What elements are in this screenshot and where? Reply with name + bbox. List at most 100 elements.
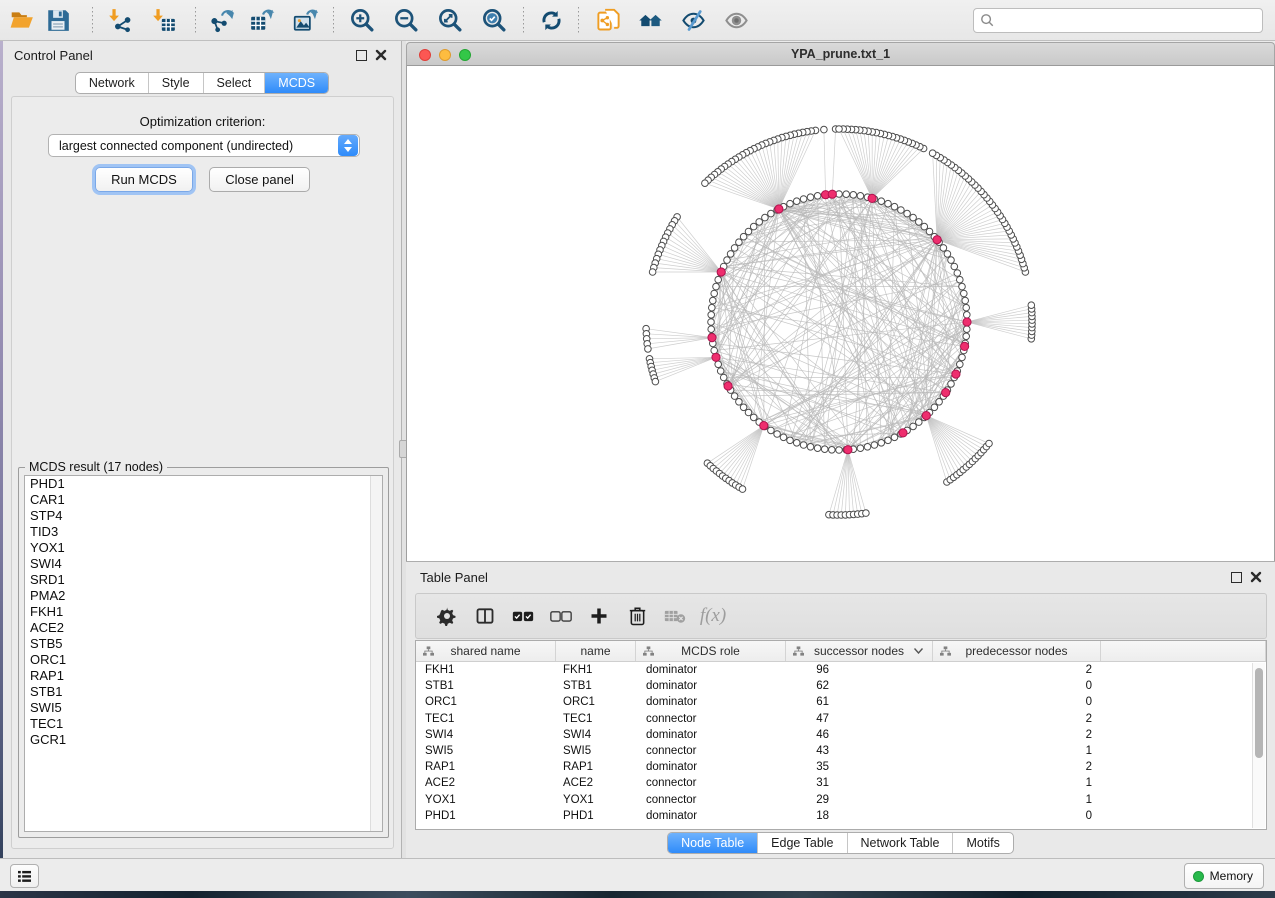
save-session-icon[interactable]: [43, 5, 73, 35]
table-row-SWI5[interactable]: SWI5SWI5connector431: [416, 743, 1266, 759]
function-builder-icon: f(x): [694, 601, 732, 631]
task-history-button[interactable]: [10, 864, 39, 888]
memory-button[interactable]: Memory: [1184, 863, 1264, 889]
mcds-result-item[interactable]: STP4: [25, 508, 382, 524]
cell: FKH1: [556, 662, 636, 678]
mcds-result-item[interactable]: PHD1: [25, 476, 382, 492]
column-header-predecessor-nodes[interactable]: predecessor nodes: [933, 641, 1101, 661]
column-header-name[interactable]: name: [556, 641, 636, 661]
table-row-RAP1[interactable]: RAP1RAP1dominator352: [416, 759, 1266, 775]
home-layout-icon[interactable]: [635, 5, 665, 35]
export-network-icon[interactable]: [207, 5, 237, 35]
tab-mcds[interactable]: MCDS: [264, 73, 328, 93]
hide-edges-icon[interactable]: [678, 5, 708, 35]
table-row-YOX1[interactable]: YOX1YOX1connector291: [416, 792, 1266, 808]
table-scrollbar-thumb[interactable]: [1255, 668, 1263, 758]
table-settings-gear-icon[interactable]: [428, 601, 466, 631]
search-box[interactable]: [973, 8, 1263, 33]
mcds-result-item[interactable]: PMA2: [25, 588, 382, 604]
mcds-result-item[interactable]: SWI5: [25, 700, 382, 716]
table-tab-edge-table[interactable]: Edge Table: [757, 833, 846, 853]
table-row-PHD1[interactable]: PHD1PHD1dominator180: [416, 808, 1266, 824]
mcds-result-group: MCDS result (17 nodes) PHD1CAR1STP4TID3Y…: [18, 467, 389, 838]
import-network-icon[interactable]: [105, 5, 135, 35]
tab-style[interactable]: Style: [148, 73, 203, 93]
column-header-successor-nodes[interactable]: successor nodes: [786, 641, 933, 661]
search-input[interactable]: [995, 14, 1256, 28]
window-close-icon[interactable]: [419, 49, 431, 61]
tab-network[interactable]: Network: [76, 73, 148, 93]
table-tab-motifs[interactable]: Motifs: [952, 833, 1012, 853]
close-panel-button[interactable]: Close panel: [209, 167, 310, 192]
table-panel-tabbar: Node TableEdge TableNetwork TableMotifs: [667, 832, 1014, 854]
cell: YOX1: [556, 792, 636, 808]
column-header-MCDS-role[interactable]: MCDS role: [636, 641, 786, 661]
table-row-TEC1[interactable]: TEC1TEC1connector472: [416, 711, 1266, 727]
mcds-result-item[interactable]: SWI4: [25, 556, 382, 572]
toolbar-separator: [333, 7, 334, 33]
table-close-icon[interactable]: [1250, 571, 1262, 583]
column-header-shared-name[interactable]: shared name: [416, 641, 556, 661]
select-all-icon[interactable]: [504, 601, 542, 631]
clone-network-icon[interactable]: [593, 5, 623, 35]
mcds-result-item[interactable]: YOX1: [25, 540, 382, 556]
mcds-result-item[interactable]: FKH1: [25, 604, 382, 620]
network-canvas[interactable]: [406, 66, 1275, 561]
cell: 2: [933, 759, 1101, 775]
deselect-all-icon[interactable]: [542, 601, 580, 631]
table-scrollbar[interactable]: [1252, 663, 1265, 828]
refresh-icon[interactable]: [536, 5, 566, 35]
table-row-STB1[interactable]: STB1STB1dominator620: [416, 678, 1266, 694]
mcds-result-item[interactable]: TEC1: [25, 716, 382, 732]
export-table-icon[interactable]: [247, 5, 277, 35]
zoom-fit-icon[interactable]: [435, 5, 465, 35]
float-panel-icon[interactable]: [356, 50, 367, 61]
zoom-out-icon[interactable]: [391, 5, 421, 35]
export-image-icon[interactable]: [290, 5, 320, 35]
cell: TEC1: [556, 711, 636, 727]
mcds-result-item[interactable]: ORC1: [25, 652, 382, 668]
zoom-in-icon[interactable]: [347, 5, 377, 35]
table-row-SWI4[interactable]: SWI4SWI4dominator462: [416, 727, 1266, 743]
close-panel-icon[interactable]: [375, 49, 387, 61]
cell: connector: [636, 711, 786, 727]
table-row-FKH1[interactable]: FKH1FKH1dominator962: [416, 662, 1266, 678]
cell: dominator: [636, 759, 786, 775]
cell: 18: [786, 808, 933, 824]
window-maximize-icon[interactable]: [459, 49, 471, 61]
run-mcds-button[interactable]: Run MCDS: [95, 167, 193, 192]
zoom-selected-icon[interactable]: [479, 5, 509, 35]
import-table-icon[interactable]: [149, 5, 179, 35]
status-bar: Memory: [0, 858, 1275, 891]
mcds-result-item[interactable]: RAP1: [25, 668, 382, 684]
mcds-result-item[interactable]: TID3: [25, 524, 382, 540]
cell: 43: [786, 743, 933, 759]
show-eye-icon[interactable]: [721, 5, 751, 35]
cell: 1: [933, 743, 1101, 759]
show-column-panel-icon[interactable]: [466, 601, 504, 631]
cell: YOX1: [416, 792, 556, 808]
open-session-icon[interactable]: [7, 5, 37, 35]
table-float-icon[interactable]: [1231, 572, 1242, 583]
mcds-result-item[interactable]: ACE2: [25, 620, 382, 636]
mcds-result-item[interactable]: STB1: [25, 684, 382, 700]
network-window-titlebar[interactable]: YPA_prune.txt_1: [406, 42, 1275, 66]
mcds-result-list[interactable]: PHD1CAR1STP4TID3YOX1SWI4SRD1PMA2FKH1ACE2…: [24, 475, 383, 832]
mcds-result-item[interactable]: STB5: [25, 636, 382, 652]
table-row-ORC1[interactable]: ORC1ORC1dominator610: [416, 694, 1266, 710]
table-panel: Table Panel f(x) shared namenameMCDS: [406, 561, 1275, 858]
mcds-result-item[interactable]: CAR1: [25, 492, 382, 508]
add-column-icon[interactable]: [580, 601, 618, 631]
window-minimize-icon[interactable]: [439, 49, 451, 61]
tab-select[interactable]: Select: [203, 73, 265, 93]
table-tab-node-table[interactable]: Node Table: [668, 833, 757, 853]
table-row-ACE2[interactable]: ACE2ACE2connector311: [416, 775, 1266, 791]
table-tab-network-table[interactable]: Network Table: [847, 833, 953, 853]
mcds-result-item[interactable]: GCR1: [25, 732, 382, 748]
mcds-result-item[interactable]: SRD1: [25, 572, 382, 588]
toolbar-separator: [92, 7, 93, 33]
cell: dominator: [636, 678, 786, 694]
optimization-criterion-dropdown[interactable]: largest connected component (undirected): [48, 134, 360, 157]
mcds-list-scrollbar[interactable]: [370, 476, 382, 831]
delete-column-trash-icon[interactable]: [618, 601, 656, 631]
